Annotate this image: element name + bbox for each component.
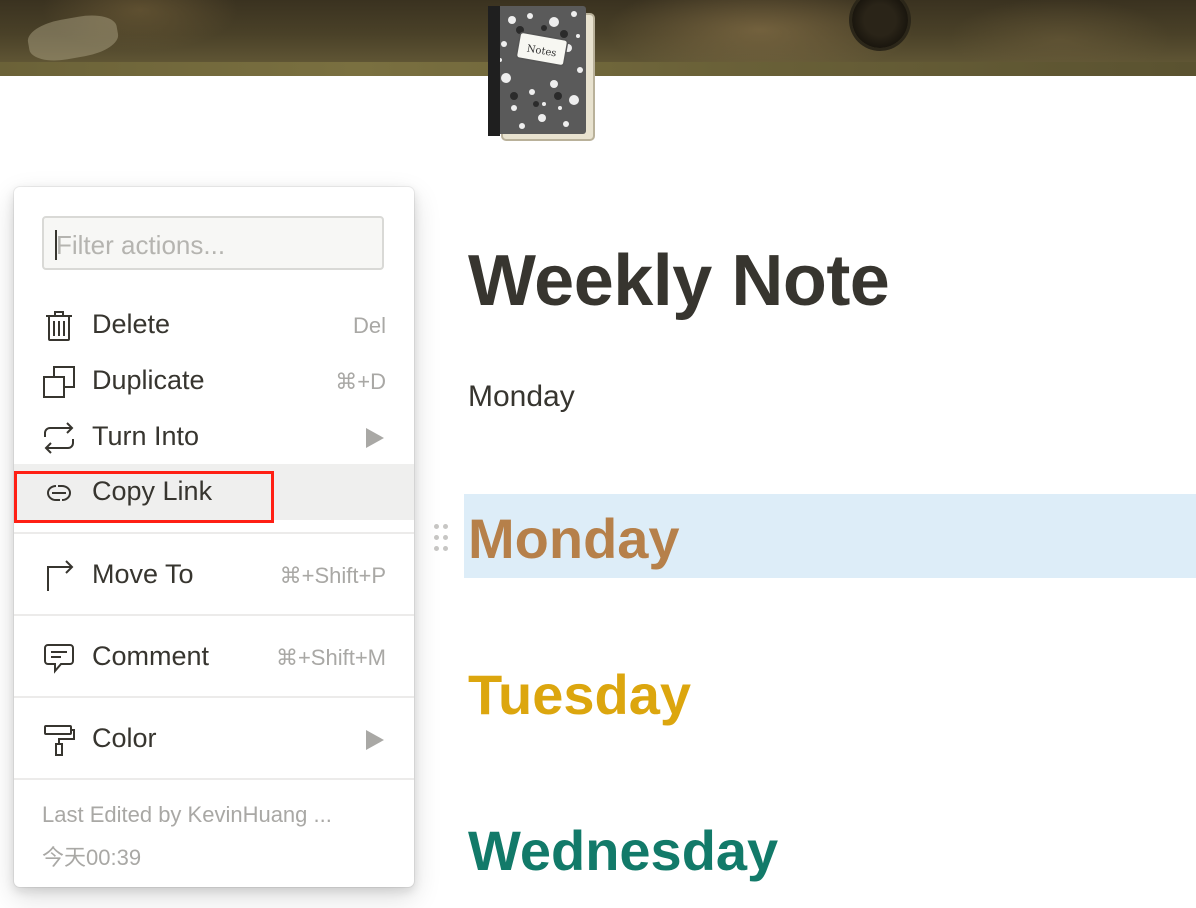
menu-item-turn-into[interactable]: Turn Into xyxy=(14,409,414,465)
last-edited-time: 今天00:39 xyxy=(42,845,142,870)
shortcut-hint: ⌘+Shift+M xyxy=(275,645,386,670)
menu-item-label: Turn Into xyxy=(92,421,200,451)
menu-divider xyxy=(14,532,414,534)
paint-roller-icon xyxy=(44,725,75,756)
menu-item-duplicate[interactable]: Duplicate ⌘+D xyxy=(14,353,414,409)
comment-icon xyxy=(44,644,74,674)
filter-actions-input[interactable]: Filter actions... xyxy=(42,216,384,270)
notebook-icon[interactable]: Notes xyxy=(484,0,610,148)
menu-divider xyxy=(14,696,414,698)
trash-icon xyxy=(46,311,72,341)
menu-item-label: Delete xyxy=(92,309,171,339)
page-title[interactable]: Weekly Note xyxy=(468,240,890,322)
menu-divider xyxy=(14,778,414,780)
menu-item-comment[interactable]: Comment ⌘+Shift+M xyxy=(14,629,414,685)
heading-block[interactable]: Tuesday xyxy=(464,650,1196,734)
shortcut-hint: Del xyxy=(352,313,386,338)
heading-block[interactable]: Wednesday xyxy=(464,806,1196,890)
heading-text: Monday xyxy=(468,507,680,570)
menu-item-label: Color xyxy=(92,723,157,753)
last-edited-by: Last Edited by KevinHuang ... xyxy=(42,802,332,827)
menu-item-label: Move To xyxy=(92,559,194,589)
shortcut-hint: ⌘+Shift+P xyxy=(279,563,386,588)
move-to-icon xyxy=(47,560,74,591)
cover-decoration xyxy=(25,10,121,66)
heading-text: Tuesday xyxy=(468,663,692,726)
menu-divider xyxy=(14,614,414,616)
menu-item-color[interactable]: Color xyxy=(14,711,414,767)
highlight-annotation xyxy=(14,471,274,523)
heading-text: Wednesday xyxy=(468,819,779,882)
heading-block[interactable]: Monday xyxy=(464,494,1196,578)
menu-item-label: Comment xyxy=(92,641,210,671)
duplicate-icon xyxy=(43,366,75,398)
submenu-arrow-icon xyxy=(366,730,384,750)
menu-item-label: Duplicate xyxy=(92,365,205,395)
text-cursor xyxy=(55,230,57,260)
text-block[interactable]: Monday xyxy=(468,380,575,414)
turn-into-icon xyxy=(44,422,74,454)
menu-item-move-to[interactable]: Move To ⌘+Shift+P xyxy=(14,547,414,603)
submenu-arrow-icon xyxy=(366,428,384,448)
block-actions-menu: Filter actions... Delete Del Duplicate ⌘… xyxy=(14,187,414,887)
cover-decoration xyxy=(852,0,908,48)
shortcut-hint: ⌘+D xyxy=(335,369,386,394)
drag-handle-icon[interactable] xyxy=(432,522,452,554)
filter-placeholder: Filter actions... xyxy=(56,230,226,260)
menu-item-delete[interactable]: Delete Del xyxy=(14,297,414,353)
